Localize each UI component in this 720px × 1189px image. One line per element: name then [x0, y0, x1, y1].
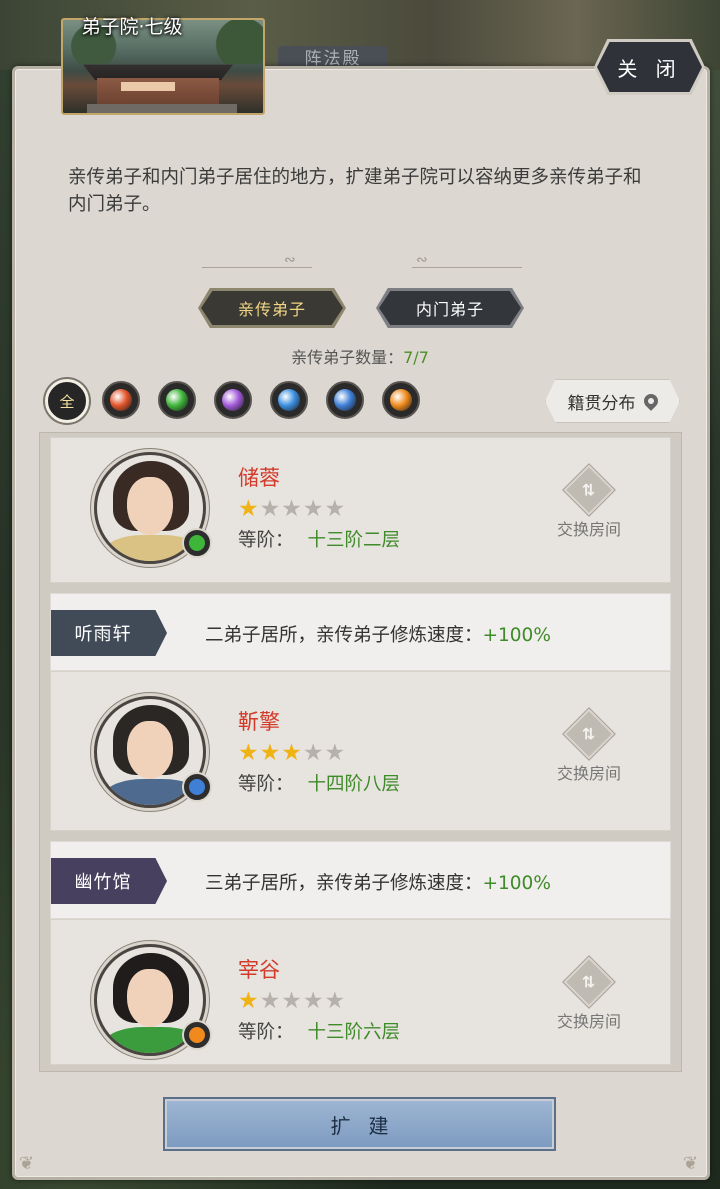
swap-room-button[interactable]: ⇅ 交换房间: [549, 956, 629, 1032]
hall-sign-graphic: [121, 82, 175, 91]
disciple-count-label: 亲传弟子数量：: [291, 348, 404, 367]
close-button[interactable]: 关 闭: [597, 42, 702, 92]
avatar-face: [127, 721, 173, 779]
room-name-tag: 幽竹馆: [51, 858, 167, 904]
star-empty-icon: ★: [324, 496, 347, 522]
star-filled-icon: ★: [281, 740, 303, 766]
staff-icon: [278, 389, 300, 411]
filter-all-button[interactable]: 全: [45, 379, 89, 423]
star-filled-icon: ★: [238, 496, 260, 522]
tab-outer-disciples[interactable]: 内门弟子: [379, 291, 521, 325]
disciple-count: 亲传弟子数量：7/7: [0, 344, 720, 368]
filter-all-label: 全: [59, 392, 75, 411]
star-rating: ★★★★★: [238, 988, 346, 1014]
rank-label: 等阶：: [238, 774, 294, 795]
star-empty-icon: ★: [281, 496, 303, 522]
corner-ornament-icon: ❦: [683, 1153, 699, 1174]
star-rating: ★★★★★: [238, 496, 346, 522]
disciple-name: 储蓉: [238, 466, 280, 490]
room-bonus: +100%: [482, 873, 551, 894]
star-empty-icon: ★: [302, 740, 325, 766]
star-empty-icon: ★: [324, 988, 347, 1014]
swap-icon: ⇅: [563, 956, 615, 1008]
star-empty-icon: ★: [281, 988, 303, 1014]
disciple-count-value: 7/7: [403, 348, 429, 367]
blade-icon: [166, 389, 188, 411]
weapon-class-badge: [182, 528, 212, 558]
swap-room-label: 交换房间: [556, 1012, 621, 1031]
spear-icon: [222, 389, 244, 411]
weapon-class-badge: [182, 772, 212, 802]
rank-label: 等阶：: [238, 530, 294, 551]
star-filled-icon: ★: [259, 740, 282, 766]
steps-graphic: [87, 104, 237, 113]
page-title: 弟子院·七级: [81, 16, 183, 38]
star-filled-icon: ★: [238, 988, 260, 1014]
disciple-list[interactable]: 储蓉 ★★★★★ 等阶： 十三阶二层 ⇅ 交换房间 听雨轩 二弟子居所，亲传弟子修…: [39, 432, 682, 1072]
sword-icon: [110, 389, 132, 411]
filter-blade-button[interactable]: [158, 381, 196, 419]
star-empty-icon: ★: [302, 496, 325, 522]
star-empty-icon: ★: [324, 740, 347, 766]
scroll-ornament-icon: ∾: [284, 252, 296, 268]
disciple-rank: 等阶： 十三阶二层: [238, 526, 400, 552]
filter-staff-button[interactable]: [270, 381, 308, 419]
room-description: 二弟子居所，亲传弟子修炼速度：+100%: [205, 621, 551, 647]
swap-room-button[interactable]: ⇅ 交换房间: [549, 464, 629, 540]
room-desc-text: 三弟子居所，亲传弟子修炼速度：: [205, 873, 483, 894]
star-empty-icon: ★: [259, 988, 282, 1014]
disciple-name: 宰谷: [238, 958, 280, 982]
tab-inner-disciples[interactable]: 亲传弟子: [201, 291, 343, 325]
swap-room-label: 交换房间: [556, 520, 621, 539]
rank-value: 十四阶八层: [307, 774, 401, 795]
corner-ornament-icon: ❦: [19, 1153, 35, 1174]
filter-spear-button[interactable]: [214, 381, 252, 419]
room-info-bar: 听雨轩 二弟子居所，亲传弟子修炼速度：+100%: [50, 593, 671, 671]
disciple-card: 宰谷 ★★★★★ 等阶： 十三阶六层 ⇅ 交换房间: [50, 919, 671, 1065]
flame-icon: [189, 1027, 205, 1043]
filter-sword-button[interactable]: [102, 381, 140, 419]
fist-icon: [189, 779, 205, 795]
location-pin-icon: [640, 391, 661, 411]
rank-value: 十三阶二层: [307, 530, 401, 551]
rank-value: 十三阶六层: [307, 1022, 401, 1043]
disciple-rank: 等阶： 十三阶六层: [238, 1018, 400, 1044]
blade-icon: [189, 535, 205, 551]
swap-room-button[interactable]: ⇅ 交换房间: [549, 708, 629, 784]
disciple-rank: 等阶： 十四阶八层: [238, 770, 400, 796]
disciple-card: 靳擎 ★★★★★ 等阶： 十四阶八层 ⇅ 交换房间: [50, 671, 671, 831]
divider-right: [412, 258, 522, 268]
filter-flame-button[interactable]: [382, 381, 420, 419]
room-desc-text: 二弟子居所，亲传弟子修炼速度：: [205, 625, 483, 646]
fist-icon: [334, 389, 356, 411]
weapon-class-badge: [182, 1020, 212, 1050]
avatar-face: [127, 969, 173, 1027]
star-rating: ★★★★★: [238, 740, 346, 766]
star-empty-icon: ★: [259, 496, 282, 522]
origin-distribution-label: 籍贯分布: [567, 393, 636, 414]
rank-label: 等阶：: [238, 1022, 294, 1043]
disciple-card: 储蓉 ★★★★★ 等阶： 十三阶二层 ⇅ 交换房间: [50, 437, 671, 583]
avatar-face: [127, 477, 173, 535]
disciple-name: 靳擎: [238, 710, 280, 734]
expand-button[interactable]: 扩建: [163, 1097, 556, 1151]
room-description: 三弟子居所，亲传弟子修炼速度：+100%: [205, 869, 551, 895]
room-bonus: +100%: [482, 625, 551, 646]
flame-icon: [390, 389, 412, 411]
swap-icon: ⇅: [563, 708, 615, 760]
filter-fist-button[interactable]: [326, 381, 364, 419]
star-filled-icon: ★: [238, 740, 260, 766]
room-info-bar: 幽竹馆 三弟子居所，亲传弟子修炼速度：+100%: [50, 841, 671, 919]
swap-room-label: 交换房间: [556, 764, 621, 783]
swap-icon: ⇅: [563, 464, 615, 516]
star-empty-icon: ★: [302, 988, 325, 1014]
origin-distribution-button[interactable]: 籍贯分布: [545, 379, 680, 423]
room-name-tag: 听雨轩: [51, 610, 167, 656]
building-description: 亲传弟子和内门弟子居住的地方，扩建弟子院可以容纳更多亲传弟子和内门弟子。: [68, 167, 642, 215]
